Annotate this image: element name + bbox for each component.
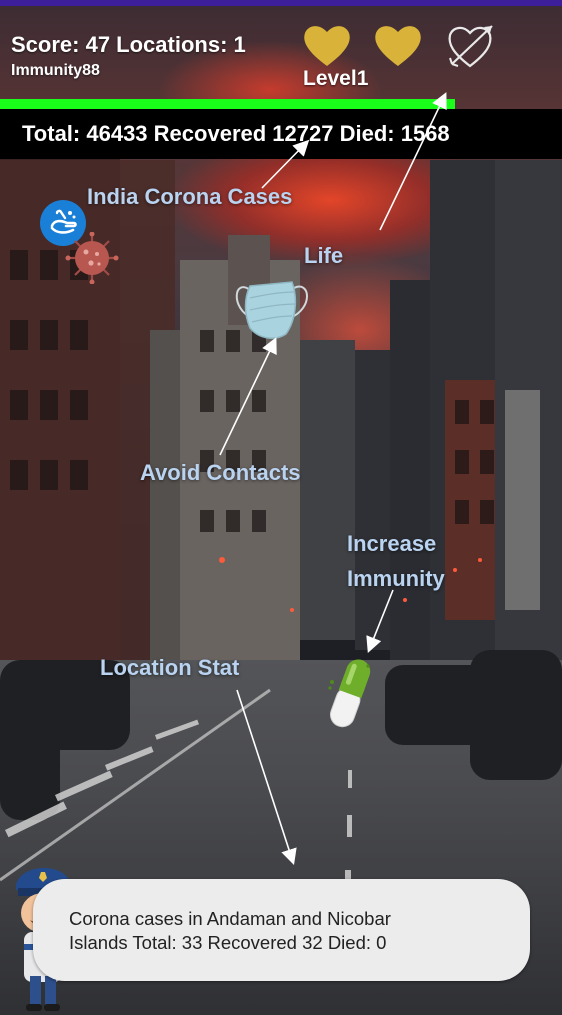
face-mask-icon[interactable]	[228, 268, 316, 342]
location-stat-line1: Corona cases in Andaman and Nicobar	[69, 908, 391, 929]
annotation-location-stat: Location Stat	[100, 655, 240, 680]
heart-icon	[375, 26, 421, 66]
annotation-life: Life	[304, 243, 344, 268]
score-locations-label: Score: 47 Locations: 1	[11, 32, 246, 57]
annotation-india-cases: India Corona Cases	[87, 184, 293, 209]
level-progress-bar	[0, 99, 562, 109]
status-strip	[0, 0, 562, 6]
stats-died: Died: 1568	[339, 121, 450, 146]
annotation-avoid-contacts: Avoid Contacts	[140, 460, 301, 485]
capsule-icon[interactable]	[326, 654, 374, 734]
level-label: Level1	[303, 67, 369, 90]
annotation-increase-immunity-line1: Increase	[347, 531, 437, 556]
annotation-increase-immunity-line2: Immunity	[347, 566, 445, 591]
heart-arrow-outline-icon	[448, 25, 493, 68]
level-progress-fill	[0, 99, 456, 109]
player-name: Immunity88	[11, 62, 100, 79]
stats-recovered: Recovered 12727	[153, 121, 334, 146]
india-stats-bar: Total: 46433 Recovered 12727 Died: 1568	[0, 109, 562, 159]
location-stat-text: Corona cases in Andaman and Nicobar Isla…	[69, 907, 509, 955]
virus-icon[interactable]	[65, 232, 119, 284]
stats-total: Total: 46433	[22, 121, 148, 146]
location-stat-line2: Islands Total: 33 Recovered 32 Died: 0	[69, 932, 387, 953]
heart-icon	[304, 26, 350, 66]
location-stat-bubble[interactable]: Corona cases in Andaman and Nicobar Isla…	[33, 879, 530, 981]
